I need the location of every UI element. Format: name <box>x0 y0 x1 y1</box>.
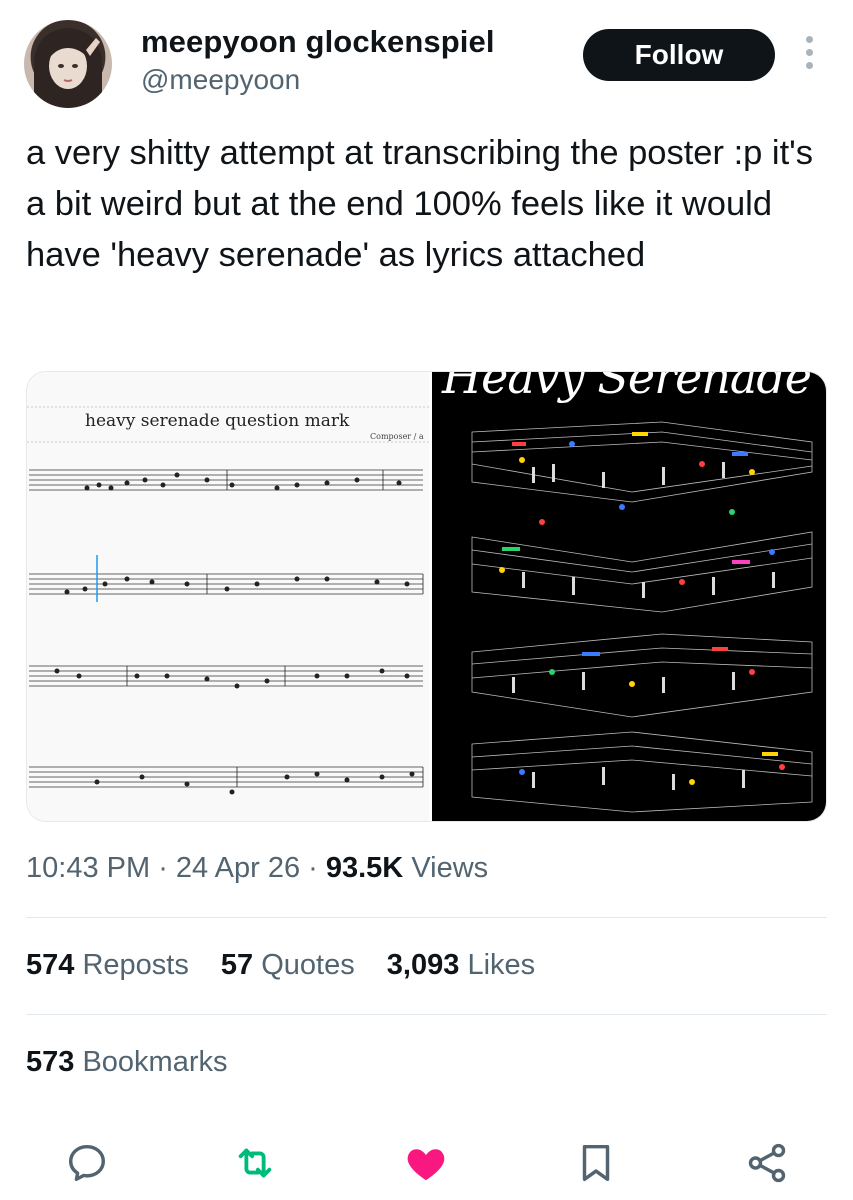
meta-separator: · <box>308 852 326 884</box>
quotes-stat[interactable]: 57 Quotes <box>221 949 355 982</box>
share-icon[interactable] <box>744 1140 790 1186</box>
engagement-stats: 574 Reposts 57 Quotes 3,093 Likes <box>26 949 559 982</box>
divider <box>26 1014 827 1015</box>
tweet-date[interactable]: 24 Apr 26 <box>176 852 300 884</box>
author-handle[interactable]: @meepyoon <box>141 64 300 96</box>
score-composer: Composer / a <box>370 432 424 441</box>
follow-button[interactable]: Follow <box>583 29 775 81</box>
reposts-stat[interactable]: 574 Reposts <box>26 949 189 982</box>
avatar[interactable] <box>24 20 112 108</box>
bookmarks-count: 573 <box>26 1046 75 1078</box>
tweet-header: meepyoon glockenspiel @meepyoon Follow <box>0 0 853 120</box>
score-title: heavy serenade question mark <box>85 411 350 431</box>
bookmarks-stat[interactable]: 573 Bookmarks <box>26 1046 228 1079</box>
likes-label: Likes <box>467 949 536 981</box>
action-bar <box>0 1140 853 1190</box>
like-icon[interactable] <box>403 1140 449 1186</box>
likes-stat[interactable]: 3,093 Likes <box>387 949 535 982</box>
sheet-music-staves <box>27 406 429 795</box>
author-name[interactable]: meepyoon glockenspiel <box>141 24 495 60</box>
views-label: Views <box>411 852 489 884</box>
poster-image[interactable]: Heavy Serenade <box>432 372 826 821</box>
poster-staves <box>471 421 813 813</box>
tweet-text: a very shitty attempt at transcribing th… <box>26 134 814 274</box>
likes-count: 3,093 <box>386 949 460 981</box>
quotes-label: Quotes <box>261 949 355 981</box>
tweet-media[interactable]: heavy serenade question mark Composer / … <box>26 371 827 822</box>
tweet-time[interactable]: 10:43 PM <box>26 852 150 884</box>
reposts-label: Reposts <box>82 949 189 981</box>
divider <box>26 917 827 918</box>
views-count: 93.5K <box>325 852 404 884</box>
quotes-count: 57 <box>220 949 254 981</box>
repost-icon[interactable] <box>232 1140 278 1186</box>
tweet-meta: 10:43 PM · 24 Apr 26 · 93.5K Views <box>26 852 488 885</box>
meta-separator: · <box>158 852 176 884</box>
more-options-icon[interactable] <box>798 36 820 76</box>
bookmarks-label: Bookmarks <box>82 1046 228 1078</box>
reply-icon[interactable] <box>64 1140 110 1186</box>
sheet-music-image[interactable]: heavy serenade question mark Composer / … <box>27 372 429 821</box>
bookmark-icon[interactable] <box>573 1140 619 1186</box>
reposts-count: 574 <box>26 949 75 981</box>
